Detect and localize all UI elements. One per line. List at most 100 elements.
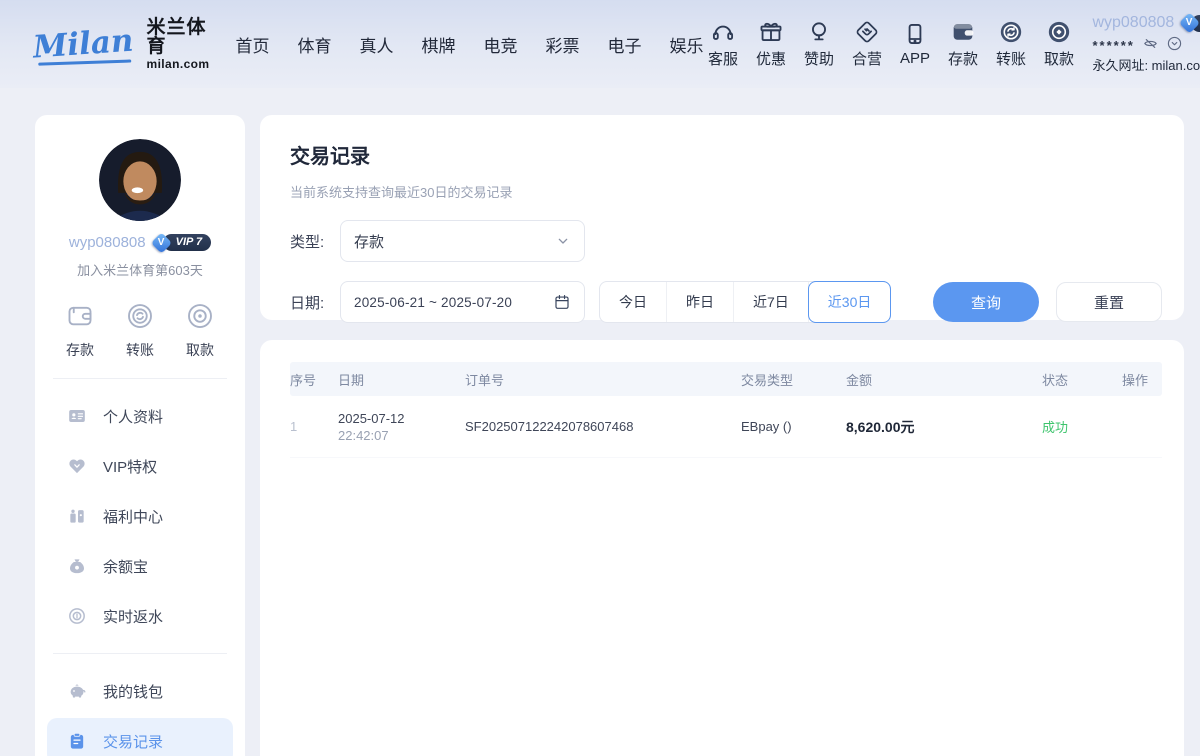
sidebar-deposit-button[interactable]: 存款 <box>65 301 95 360</box>
page-hint: 当前系统支持查询最近30日的交易记录 <box>290 182 1162 201</box>
date-range-input[interactable]: 2025-06-21 ~ 2025-07-20 <box>340 281 585 323</box>
piggy-bank-icon <box>67 681 87 701</box>
logo-domain: milan.com <box>147 58 210 70</box>
sidebar-transfer-button[interactable]: 转账 <box>125 301 155 360</box>
sidebar-item-label: 我的钱包 <box>103 681 163 702</box>
headset-icon <box>710 19 736 45</box>
phone-icon <box>902 21 928 47</box>
table-row: 1 2025-07-12 22:42:07 SF2025071222420786… <box>290 396 1162 458</box>
range-7days-button[interactable]: 近7日 <box>733 282 808 322</box>
filter-panel: 交易记录 当前系统支持查询最近30日的交易记录 类型: 存款 日期: 2025-… <box>260 115 1184 320</box>
col-status: 状态 <box>1042 370 1122 389</box>
clipboard-icon <box>67 731 87 751</box>
transfer-filled-icon <box>998 19 1024 45</box>
sidebar-item-benefits[interactable]: 福利中心 <box>35 491 245 541</box>
transfer-button[interactable]: 转账 <box>991 19 1030 69</box>
sidebar-username: wyp080808 <box>69 234 146 251</box>
sidebar-item-label: 交易记录 <box>103 731 163 752</box>
promotions-button[interactable]: 优惠 <box>751 19 790 69</box>
profile-avatar[interactable] <box>99 139 181 221</box>
app-download-button[interactable]: APP <box>895 21 934 67</box>
withdraw-button[interactable]: 取款 <box>1039 19 1078 69</box>
transfer-icon <box>125 301 155 331</box>
handshake-icon <box>854 19 880 45</box>
user-info: wyp080808 V VIP 7 ****** <box>1092 14 1200 74</box>
sponsorship-button[interactable]: 赞助 <box>799 19 838 69</box>
sidebar-item-label: 个人资料 <box>103 406 163 427</box>
row-date: 2025-07-12 22:42:07 <box>338 411 465 443</box>
search-button[interactable]: 查询 <box>933 282 1039 322</box>
logo-cn-name: 米兰体育 <box>147 18 210 56</box>
range-yesterday-button[interactable]: 昨日 <box>666 282 733 322</box>
masked-balance: ****** <box>1092 36 1134 52</box>
chevron-down-icon <box>555 233 571 249</box>
gift-icon <box>758 19 784 45</box>
col-order-no: 订单号 <box>465 370 741 389</box>
range-today-button[interactable]: 今日 <box>600 282 666 322</box>
chevron-down-circle-icon[interactable] <box>1166 35 1183 52</box>
nav-home[interactable]: 首页 <box>235 32 269 57</box>
sidebar-item-transaction-records[interactable]: 交易记录 <box>47 718 233 756</box>
permanent-url-label: 永久网址: milan.com <box>1092 55 1200 74</box>
header-username[interactable]: wyp080808 <box>1092 14 1174 32</box>
type-select[interactable]: 存款 <box>340 220 585 262</box>
join-days-text: 加入米兰体育第603天 <box>35 260 245 279</box>
nav-sports[interactable]: 体育 <box>297 32 331 57</box>
sidebar-item-yuebao[interactable]: 余额宝 <box>35 541 245 591</box>
row-amount: 8,620.00元 <box>846 417 1042 437</box>
sidebar-item-label: VIP特权 <box>103 456 157 477</box>
type-label: 类型: <box>290 231 340 252</box>
sidebar-item-label: 福利中心 <box>103 506 163 527</box>
date-range-value: 2025-06-21 ~ 2025-07-20 <box>354 295 553 310</box>
nav-slots[interactable]: 电子 <box>607 32 641 57</box>
logo-script-text: Milan <box>32 25 138 63</box>
eye-off-icon[interactable] <box>1142 35 1159 52</box>
col-index: 序号 <box>290 370 338 389</box>
row-order-no: SF202507122242078607468 <box>465 419 741 434</box>
col-amount: 金额 <box>846 370 1042 389</box>
vip-heart-icon <box>67 456 87 476</box>
reset-button[interactable]: 重置 <box>1056 282 1162 322</box>
sidebar-vip-badge: V VIP 7 <box>154 234 212 251</box>
sidebar-item-label: 余额宝 <box>103 556 148 577</box>
sidebar-item-vip[interactable]: VIP特权 <box>35 441 245 491</box>
sidebar-withdraw-button[interactable]: 取款 <box>185 301 215 360</box>
nav-esports[interactable]: 电竞 <box>483 32 517 57</box>
quick-range-group: 今日 昨日 近7日 近30日 <box>599 281 891 323</box>
sidebar-item-label: 实时返水 <box>103 606 163 627</box>
benefits-icon <box>67 506 87 526</box>
coin-filled-icon <box>1046 19 1072 45</box>
row-date-day: 2025-07-12 <box>338 411 465 426</box>
affiliate-button[interactable]: 合营 <box>847 19 886 69</box>
row-type: EBpay () <box>741 419 846 434</box>
nav-live-casino[interactable]: 真人 <box>359 32 393 57</box>
wallet-icon <box>65 301 95 331</box>
row-status-badge: 成功 <box>1042 417 1122 436</box>
calendar-icon <box>553 293 571 311</box>
table-header: 序号 日期 订单号 交易类型 金额 状态 操作 <box>290 362 1162 396</box>
id-card-icon <box>67 406 87 426</box>
nav-entertainment[interactable]: 娱乐 <box>669 32 703 57</box>
withdraw-icon <box>185 301 215 331</box>
sidebar-menu: 个人资料 VIP特权 福利中心 <box>35 379 245 653</box>
top-header: Milan 米兰体育 milan.com 首页 体育 真人 棋牌 电竞 彩票 电… <box>0 0 1200 88</box>
site-logo[interactable]: Milan 米兰体育 milan.com <box>33 18 209 70</box>
rebate-icon <box>67 606 87 626</box>
col-operation: 操作 <box>1122 370 1162 389</box>
wallet-filled-icon <box>950 19 976 45</box>
page-title: 交易记录 <box>290 140 1162 169</box>
row-date-time: 22:42:07 <box>338 428 465 443</box>
sidebar-menu-wallet: 我的钱包 交易记录 <box>35 654 245 756</box>
header-quick-actions: 客服 优惠 <box>703 19 1078 69</box>
sidebar-item-my-wallet[interactable]: 我的钱包 <box>35 666 245 716</box>
row-index: 1 <box>290 419 338 434</box>
sidebar-item-profile[interactable]: 个人资料 <box>35 391 245 441</box>
nav-lottery[interactable]: 彩票 <box>545 32 579 57</box>
range-30days-button[interactable]: 近30日 <box>808 282 891 322</box>
deposit-button[interactable]: 存款 <box>943 19 982 69</box>
sidebar-item-rebate[interactable]: 实时返水 <box>35 591 245 641</box>
support-button[interactable]: 客服 <box>703 19 742 69</box>
nav-cards[interactable]: 棋牌 <box>421 32 455 57</box>
sidebar: wyp080808 V VIP 7 加入米兰体育第603天 存款 <box>35 115 245 756</box>
trophy-icon <box>806 19 832 45</box>
